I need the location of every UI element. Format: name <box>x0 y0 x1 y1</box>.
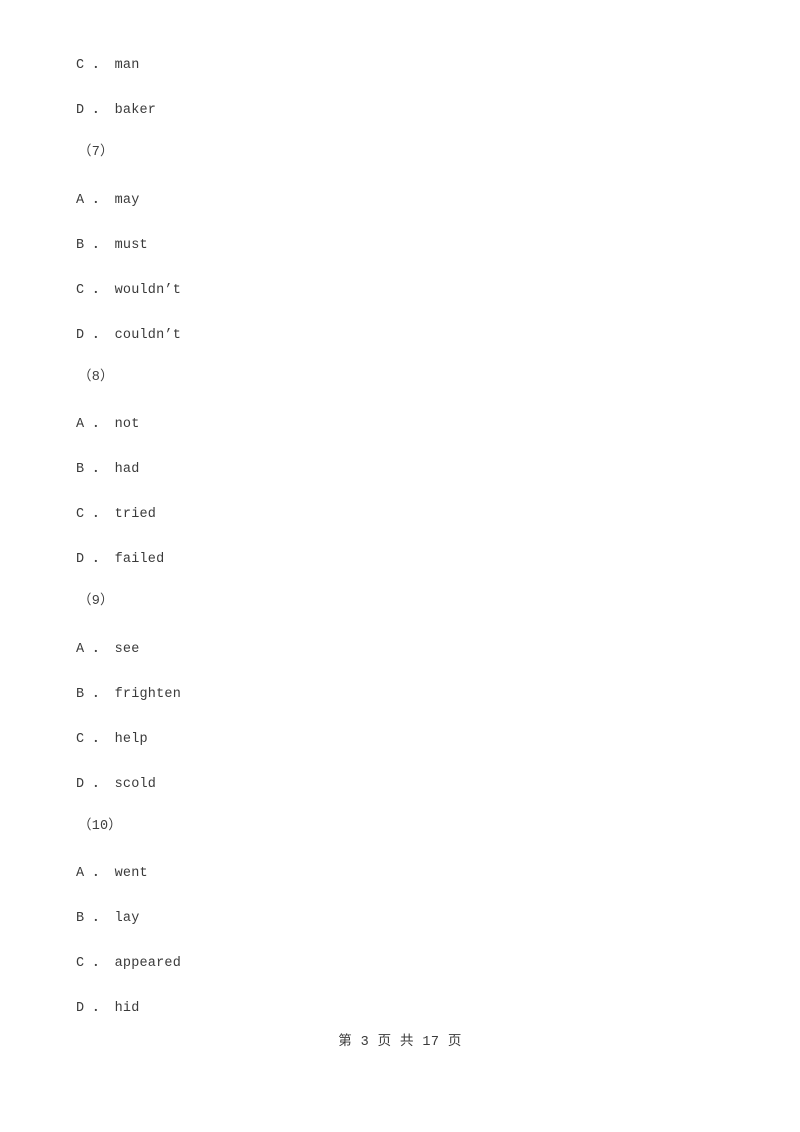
answer-option-q7-opt-d: D ． couldn’t <box>76 328 182 343</box>
answer-option-q9-opt-d: D ． scold <box>76 777 157 792</box>
answer-option-q10-opt-b: B ． lay <box>76 911 140 926</box>
answer-option-q8-opt-c: C ． tried <box>76 507 157 522</box>
answer-option-q7-opt-c: C ． wouldn’t <box>76 283 182 298</box>
answer-option-q9-opt-b: B ． frighten <box>76 687 182 702</box>
answer-option-q8-opt-b: B ． had <box>76 462 140 477</box>
answer-option-q7-opt-b: B ． must <box>76 238 148 253</box>
question-number-q7-number: （7） <box>78 145 114 160</box>
page-footer: 第 3 页 共 17 页 <box>338 1035 462 1050</box>
answer-option-q8-opt-d: D ． failed <box>76 552 165 567</box>
question-number-q9-number: （9） <box>78 594 114 609</box>
answer-option-q9-opt-a: A ． see <box>76 642 140 657</box>
question-number-q10-number: （10） <box>78 819 123 834</box>
question-number-q8-number: （8） <box>78 370 114 385</box>
answer-option-q10-opt-c: C ． appeared <box>76 956 182 971</box>
answer-option-q10-opt-d: D ． hid <box>76 1001 140 1016</box>
answer-option-q6-opt-c: C ． man <box>76 58 140 73</box>
document-page: C ． man D ． baker （7） A ． may B ． must C ． wo… <box>0 0 800 1132</box>
answer-option-q10-opt-a: A ． went <box>76 866 148 881</box>
answer-option-q8-opt-a: A ． not <box>76 417 140 432</box>
answer-option-q9-opt-c: C ． help <box>76 732 148 747</box>
answer-option-q7-opt-a: A ． may <box>76 193 140 208</box>
answer-option-q6-opt-d: D ． baker <box>76 103 157 118</box>
